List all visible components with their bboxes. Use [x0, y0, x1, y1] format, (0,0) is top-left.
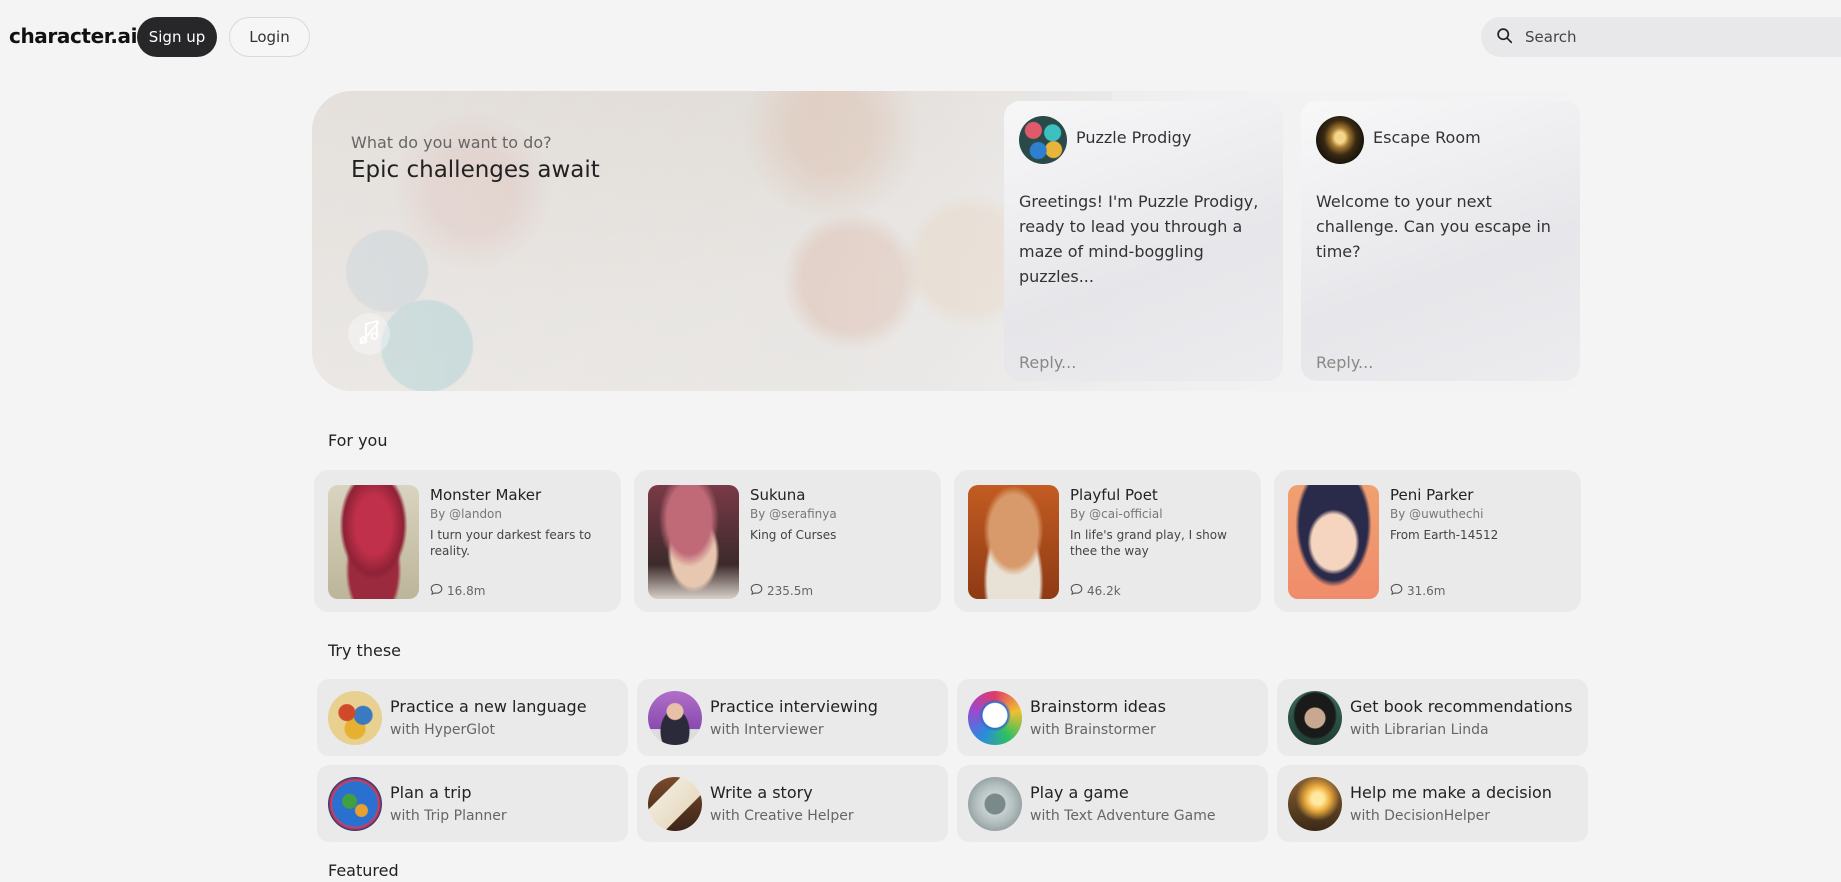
suggestion-character: with Text Adventure Game: [1030, 808, 1216, 824]
character-name: Puzzle Prodigy: [1076, 128, 1192, 147]
character-greeting: Welcome to your next challenge. Can you …: [1316, 192, 1551, 261]
character-description: In life's grand play, I show thee the wa…: [1070, 528, 1227, 558]
avatar: [1316, 116, 1364, 164]
suggestion-character: with Interviewer: [710, 722, 824, 738]
character-description: From Earth-14512: [1390, 528, 1499, 542]
section-title-featured: Featured: [328, 861, 399, 880]
chat-bubble-icon: [430, 583, 443, 599]
character-author[interactable]: By @landon: [430, 507, 502, 521]
reply-input[interactable]: Reply...: [1316, 353, 1373, 372]
character-card[interactable]: Peni Parker By @uwuthechi From Earth-145…: [1274, 470, 1581, 612]
character-image: [1288, 485, 1379, 599]
hero-subtitle: What do you want to do?: [351, 133, 552, 152]
section-title-try-these: Try these: [328, 641, 401, 660]
character-description: King of Curses: [750, 528, 837, 542]
chat-bubble-icon: [1390, 583, 1403, 599]
logo[interactable]: character.ai: [9, 24, 137, 48]
notebook-icon: [648, 777, 702, 831]
hero-chat-card[interactable]: Puzzle Prodigy Greetings! I'm Puzzle Pro…: [1004, 101, 1283, 381]
hero-chat-card[interactable]: Escape Room Welcome to your next challen…: [1301, 101, 1580, 381]
suggestion-character: with Creative Helper: [710, 808, 854, 824]
character-card[interactable]: Monster Maker By @landon I turn your dar…: [314, 470, 621, 612]
hero-banner: What do you want to do? Epic challenges …: [312, 91, 1580, 391]
suggestion-title: Practice a new language: [390, 697, 587, 716]
suggestion-card[interactable]: Play a game with Text Adventure Game: [957, 765, 1268, 842]
suggestion-card[interactable]: Get book recommendations with Librarian …: [1277, 679, 1588, 756]
avatar: [1019, 116, 1067, 164]
suggestion-title: Play a game: [1030, 783, 1129, 802]
character-image: [328, 485, 419, 599]
character-name: Peni Parker: [1390, 486, 1474, 504]
chat-count: 31.6m: [1390, 583, 1445, 599]
chat-count: 46.2k: [1070, 583, 1121, 599]
suggestion-character: with Brainstormer: [1030, 722, 1156, 738]
character-card[interactable]: Sukuna By @serafinya King of Curses 235.…: [634, 470, 941, 612]
librarian-avatar-icon: [1288, 691, 1342, 745]
chat-count: 235.5m: [750, 583, 813, 599]
suggestion-character: with Librarian Linda: [1350, 722, 1489, 738]
suggestion-title: Get book recommendations: [1350, 697, 1573, 716]
interviewer-avatar-icon: [648, 691, 702, 745]
hero-title: Epic challenges await: [351, 157, 600, 183]
section-title-for-you: For you: [328, 431, 388, 450]
suggestion-card[interactable]: Write a story with Creative Helper: [637, 765, 948, 842]
signup-button[interactable]: Sign up: [137, 17, 217, 57]
music-note-icon: [357, 318, 381, 350]
character-image: [968, 485, 1059, 599]
login-button[interactable]: Login: [229, 17, 310, 57]
character-author[interactable]: By @cai-official: [1070, 507, 1163, 521]
character-card[interactable]: Playful Poet By @cai-official In life's …: [954, 470, 1261, 612]
lightbulb-icon: [968, 691, 1022, 745]
decision-path-icon: [1288, 777, 1342, 831]
suggestion-character: with HyperGlot: [390, 722, 496, 738]
suggestion-card[interactable]: Help me make a decision with DecisionHel…: [1277, 765, 1588, 842]
character-name: Monster Maker: [430, 486, 542, 504]
chat-count: 16.8m: [430, 583, 485, 599]
suggestion-card[interactable]: Plan a trip with Trip Planner: [317, 765, 628, 842]
suggestion-card[interactable]: Brainstorm ideas with Brainstormer: [957, 679, 1268, 756]
suggestion-card[interactable]: Practice a new language with HyperGlot: [317, 679, 628, 756]
search-bar[interactable]: [1481, 17, 1841, 57]
suggestion-title: Write a story: [710, 783, 813, 802]
chat-bubble-icon: [750, 583, 763, 599]
suggestion-character: with Trip Planner: [390, 808, 507, 824]
character-name: Sukuna: [750, 486, 806, 504]
character-name: Escape Room: [1373, 128, 1481, 147]
character-image: [648, 485, 739, 599]
reply-input[interactable]: Reply...: [1019, 353, 1076, 372]
suggestion-title: Help me make a decision: [1350, 783, 1552, 802]
suggestion-character: with DecisionHelper: [1350, 808, 1491, 824]
suggestion-title: Brainstorm ideas: [1030, 697, 1166, 716]
character-author[interactable]: By @serafinya: [750, 507, 837, 521]
character-greeting: Greetings! I'm Puzzle Prodigy, ready to …: [1019, 192, 1259, 286]
chat-bubble-icon: [1070, 583, 1083, 599]
character-description: I turn your darkest fears to reality.: [430, 528, 592, 558]
globe-icon: [328, 777, 382, 831]
globe-map-icon: [328, 691, 382, 745]
suggestion-title: Practice interviewing: [710, 697, 878, 716]
music-toggle-button[interactable]: [348, 313, 390, 355]
search-icon: [1496, 27, 1513, 48]
game-emblem-icon: [968, 777, 1022, 831]
suggestion-title: Plan a trip: [390, 783, 472, 802]
character-name: Playful Poet: [1070, 486, 1158, 504]
suggestion-card[interactable]: Practice interviewing with Interviewer: [637, 679, 948, 756]
character-author[interactable]: By @uwuthechi: [1390, 507, 1483, 521]
search-input[interactable]: [1523, 27, 1803, 47]
